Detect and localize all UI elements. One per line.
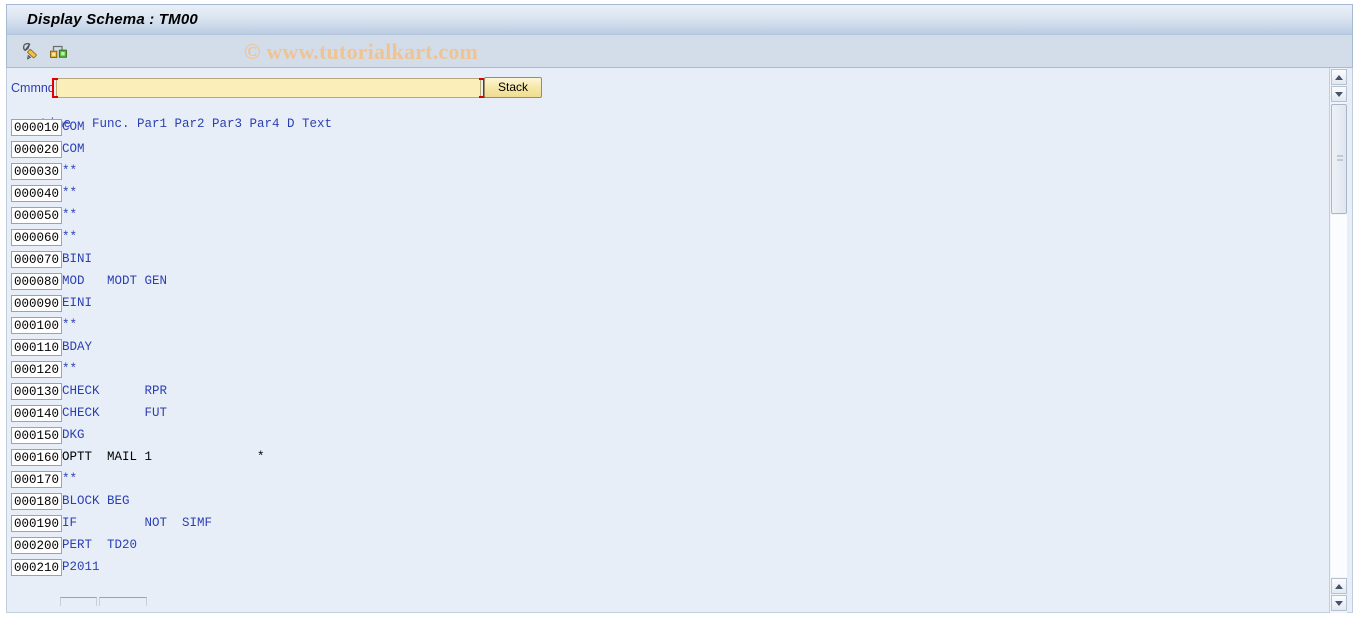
line-content-text: DKG [62, 428, 85, 442]
table-row: ** [0, 317, 1320, 339]
line-content-text: BLOCK BEG [62, 494, 130, 508]
line-number-input[interactable] [11, 229, 62, 246]
line-number-input[interactable] [11, 273, 62, 290]
partial-input-box [60, 597, 97, 606]
scroll-down-button-bottom[interactable] [1331, 595, 1347, 611]
line-number-input[interactable] [11, 185, 62, 202]
window-bottom-edge [0, 613, 1361, 619]
partial-input-box [139, 597, 141, 606]
line-content-text: CHECK RPR [62, 384, 168, 398]
line-content-text: BINI [62, 252, 93, 266]
scrollbar-thumb[interactable] [1331, 104, 1347, 214]
table-row: EINI [0, 295, 1320, 317]
line-content-text: MOD MODT GEN [62, 274, 168, 288]
table-row: COM [0, 141, 1320, 163]
line-number-input[interactable] [11, 339, 62, 356]
table-row: ** [0, 361, 1320, 383]
line-content-text: COM [62, 142, 85, 156]
scrollbar-grip-icon [1337, 155, 1343, 163]
line-content-text: EINI [62, 296, 93, 310]
line-number-input[interactable] [11, 141, 62, 158]
scroll-up-button-top[interactable] [1331, 69, 1347, 85]
line-number-input[interactable] [11, 163, 62, 180]
line-content-text: ** [62, 472, 78, 486]
command-input[interactable] [56, 78, 481, 98]
page-title: Display Schema : TM00 [27, 11, 198, 28]
chevron-up-icon [1335, 584, 1343, 589]
table-row: CHECK FUT [0, 405, 1320, 427]
table-row: COM [0, 119, 1320, 141]
line-number-input[interactable] [11, 251, 62, 268]
table-row: ** [0, 185, 1320, 207]
pencil-edit-icon[interactable] [21, 41, 43, 62]
line-number-input[interactable] [11, 471, 62, 488]
table-row: P2011 [0, 559, 1320, 581]
watermark-text: © www.tutorialkart.com [244, 39, 479, 64]
line-number-input[interactable] [11, 207, 62, 224]
table-row: DKG [0, 427, 1320, 449]
table-row: IF NOT SIMF [0, 515, 1320, 537]
line-content-text: P2011 [62, 560, 100, 574]
line-number-input[interactable] [11, 559, 62, 576]
table-row: MOD MODT GEN [0, 273, 1320, 295]
chevron-up-icon [1335, 75, 1343, 80]
line-number-input[interactable] [11, 405, 62, 422]
hierarchy-structure-icon[interactable] [48, 41, 70, 62]
line-number-input[interactable] [11, 449, 62, 466]
sap-gui-window: Display Schema : TM00 © www.tutorialkart… [0, 0, 1361, 619]
line-content-text: PERT TD20 [62, 538, 138, 552]
line-content-text: ** [62, 318, 78, 332]
line-number-input[interactable] [11, 317, 62, 334]
line-content-text: IF NOT SIMF [62, 516, 213, 530]
line-content-text: COM [62, 120, 85, 134]
application-toolbar [6, 35, 1353, 68]
table-row: CHECK RPR [0, 383, 1320, 405]
line-content-text: ** [62, 186, 78, 200]
scroll-up-button-bottom[interactable] [1331, 578, 1347, 594]
line-number-input[interactable] [11, 493, 62, 510]
table-row: BDAY [0, 339, 1320, 361]
table-row: ** [0, 229, 1320, 251]
line-content-text: OPTT MAIL 1 * [62, 450, 265, 464]
command-field-label: Cmmnd [11, 81, 55, 95]
line-content-text: CHECK FUT [62, 406, 168, 420]
chevron-down-icon [1335, 92, 1343, 97]
chevron-down-icon [1335, 601, 1343, 606]
line-number-input[interactable] [11, 537, 62, 554]
scroll-down-button-top[interactable] [1331, 86, 1347, 102]
line-number-input[interactable] [11, 515, 62, 532]
line-content-text: ** [62, 362, 78, 376]
line-content-text: ** [62, 230, 78, 244]
table-row: BLOCK BEG [0, 493, 1320, 515]
line-content-text: ** [62, 208, 78, 222]
vertical-scrollbar[interactable] [1329, 68, 1347, 613]
table-row: OPTT MAIL 1 * [0, 449, 1320, 471]
window-title-bar: Display Schema : TM00 [6, 4, 1353, 35]
line-number-input[interactable] [11, 119, 62, 136]
line-number-input[interactable] [11, 361, 62, 378]
partial-next-row [0, 597, 600, 611]
table-row: ** [0, 163, 1320, 185]
schema-line-list: COM COM ** ** ** ** BINI MOD MODT GEN EINI ** BDAY… [0, 119, 1320, 581]
line-number-input[interactable] [11, 295, 62, 312]
table-row: ** [0, 207, 1320, 229]
line-content-text: ** [62, 164, 78, 178]
stack-button[interactable]: Stack [484, 77, 542, 98]
table-row: BINI [0, 251, 1320, 273]
table-row: ** [0, 471, 1320, 493]
table-row: PERT TD20 [0, 537, 1320, 559]
scrollbar-track[interactable] [1331, 215, 1347, 577]
line-number-input[interactable] [11, 383, 62, 400]
line-number-input[interactable] [11, 427, 62, 444]
line-content-text: BDAY [62, 340, 93, 354]
command-field-wrapper [52, 78, 485, 98]
